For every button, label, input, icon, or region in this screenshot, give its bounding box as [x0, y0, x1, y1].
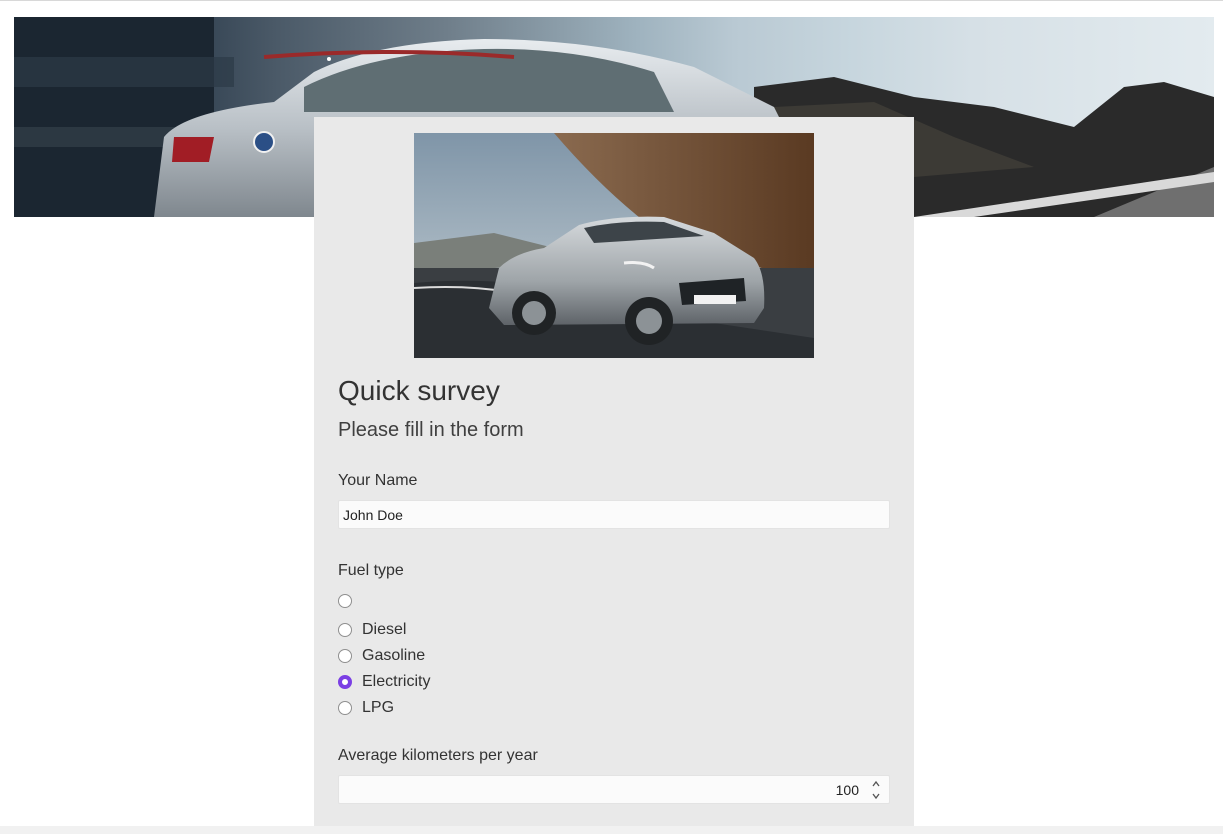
radio-label: Diesel — [362, 621, 407, 638]
hero-image — [414, 133, 814, 358]
number-spinner[interactable] — [870, 778, 882, 802]
radio-button-selected[interactable] — [338, 675, 352, 689]
name-input[interactable] — [338, 500, 890, 529]
name-label: Your Name — [338, 472, 418, 489]
radio-button[interactable] — [338, 623, 352, 637]
radio-button[interactable] — [338, 649, 352, 663]
km-value: 100 — [835, 782, 859, 798]
km-label: Average kilometers per year — [338, 747, 538, 764]
radio-button[interactable] — [338, 701, 352, 715]
radio-label: Electricity — [362, 673, 431, 690]
km-number-input[interactable]: 100 — [338, 775, 890, 804]
fuel-option-gasoline[interactable]: Gasoline — [338, 646, 425, 666]
hero-illustration — [414, 133, 814, 358]
fuel-option-electricity[interactable]: Electricity — [338, 672, 430, 692]
fuel-option-lpg[interactable]: LPG — [338, 698, 394, 718]
radio-label: Gasoline — [362, 647, 426, 664]
fuel-option-diesel[interactable]: Diesel — [338, 620, 406, 640]
page-subtitle: Please fill in the form — [338, 419, 524, 441]
radio-button[interactable] — [338, 594, 352, 608]
fuel-type-label: Fuel type — [338, 562, 404, 579]
chevron-up-icon[interactable] — [870, 778, 882, 790]
chevron-down-icon[interactable] — [870, 790, 882, 802]
top-rule — [0, 0, 1223, 1]
page-title: Quick survey — [338, 375, 500, 406]
radio-label: LPG — [362, 699, 395, 716]
fuel-option-blank[interactable] — [338, 591, 362, 611]
bottom-strip — [0, 826, 1223, 834]
survey-card: Quick survey Please fill in the form You… — [314, 117, 914, 826]
